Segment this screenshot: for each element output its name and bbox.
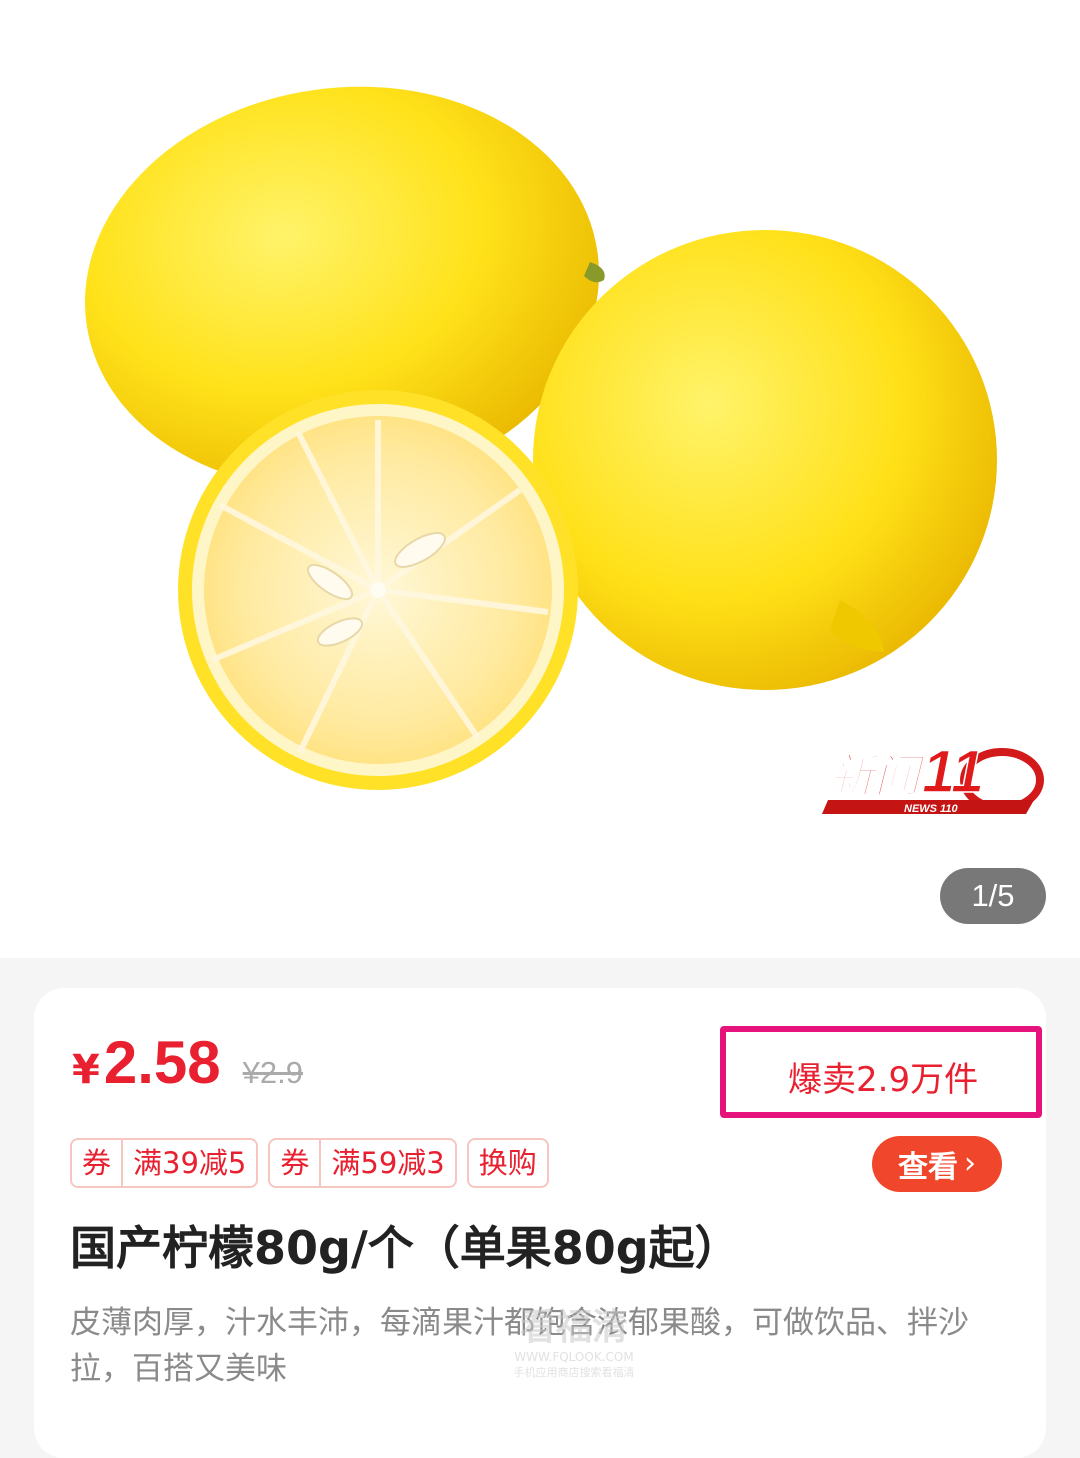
sales-count-highlight: 爆卖2.9万件 [720,1026,1042,1118]
coupon-label: 券 [82,1146,112,1180]
product-image-gallery[interactable]: 新闻 11 NEWS 110 1/5 [0,0,1080,958]
coupon-label: 券 [280,1146,310,1180]
promo-tags: 券 满39减5 券 满59减3 换购 [70,1138,549,1188]
exchange-buy-tag[interactable]: 换购 [466,1138,549,1188]
currency-symbol: ¥ [72,1047,100,1093]
site-watermark: 看福清 WWW.FQLOOK.COM 手机应用商店搜索看福清 [513,1307,635,1379]
coupon-rule: 满39减5 [121,1140,256,1186]
current-price: 2.58 [103,1029,221,1096]
exchange-buy-label: 换购 [478,1146,537,1180]
price-row: ¥ 2.58 ¥2.9 [72,1028,303,1108]
coupon-tag-39-5[interactable]: 券 满39减5 [70,1138,259,1188]
view-offers-label: 查看 [898,1150,958,1185]
view-offers-button[interactable]: 查看 › [872,1136,1002,1192]
chevron-right-icon: › [964,1146,976,1181]
coupon-rule: 满59减3 [319,1140,454,1186]
sales-count: 爆卖2.9万件 [788,1060,979,1100]
coupon-tag-59-3[interactable]: 券 满59减3 [268,1138,457,1188]
product-title: 国产柠檬80g/个（单果80g起） [70,1221,741,1275]
svg-text:NEWS 110: NEWS 110 [904,803,958,815]
original-price: ¥2.9 [242,1055,303,1090]
image-pager-indicator: 1/5 [940,868,1046,924]
news110-logo: 新闻 11 NEWS 110 [822,737,1044,815]
svg-text:新闻: 新闻 [828,749,926,803]
svg-text:11: 11 [922,738,984,805]
product-info-card: ¥ 2.58 ¥2.9 爆卖2.9万件 券 满39减5 券 满59减3 换购 查… [34,988,1046,1458]
